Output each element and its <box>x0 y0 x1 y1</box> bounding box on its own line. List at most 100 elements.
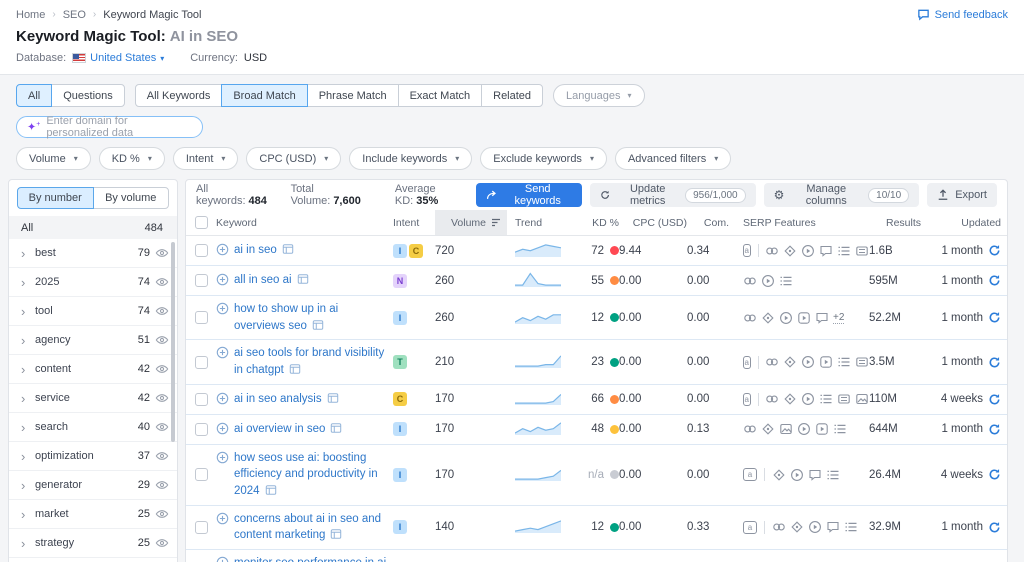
group-row-tool[interactable]: › tool 74 <box>9 297 177 326</box>
tab-all-keywords[interactable]: All Keywords <box>134 84 223 107</box>
group-row-generator[interactable]: › generator 29 <box>9 471 177 500</box>
add-keyword-icon[interactable] <box>216 422 229 435</box>
keyword-link[interactable]: ai overview in seo <box>234 421 342 438</box>
refresh-icon[interactable] <box>988 521 1001 534</box>
chevron-right-icon[interactable]: › <box>21 333 35 348</box>
serp-preview-icon[interactable] <box>297 273 309 285</box>
group-row-optimization[interactable]: › optimization 37 <box>9 442 177 471</box>
eye-icon[interactable] <box>155 362 169 376</box>
group-row-service[interactable]: › service 42 <box>9 384 177 413</box>
group-row-strategy[interactable]: › strategy 25 <box>9 529 177 558</box>
column-header-updated[interactable]: Updated <box>921 210 1007 235</box>
row-checkbox[interactable] <box>194 311 208 325</box>
keyword-link[interactable]: all in seo ai <box>234 272 309 289</box>
refresh-icon[interactable] <box>988 356 1001 369</box>
add-keyword-icon[interactable] <box>216 243 229 256</box>
refresh-icon[interactable] <box>988 244 1001 257</box>
eye-icon[interactable] <box>155 478 169 492</box>
tab-phrase-match[interactable]: Phrase Match <box>306 84 399 107</box>
tab-exact-match[interactable]: Exact Match <box>397 84 483 107</box>
group-row-agency[interactable]: › agency 51 <box>9 326 177 355</box>
refresh-icon[interactable] <box>988 311 1001 324</box>
row-checkbox[interactable] <box>194 244 208 257</box>
eye-icon[interactable] <box>155 333 169 347</box>
domain-input[interactable]: ✦+ Enter domain for personalized data <box>16 115 203 139</box>
column-header-kd[interactable]: KD % <box>563 210 619 235</box>
row-checkbox[interactable] <box>194 355 208 369</box>
sidebar-scrollbar[interactable] <box>171 242 175 442</box>
add-keyword-icon[interactable] <box>216 451 229 464</box>
column-header-intent[interactable]: Intent <box>393 210 435 235</box>
filter-volume[interactable]: Volume ▾ <box>16 147 91 170</box>
toggle-by-volume[interactable]: By volume <box>92 187 169 209</box>
column-header-com[interactable]: Com. <box>687 210 729 235</box>
select-all-checkbox[interactable] <box>194 216 208 229</box>
row-checkbox[interactable] <box>194 520 208 534</box>
row-checkbox[interactable] <box>194 422 208 436</box>
keyword-link[interactable]: monitor seo performance in ai search <box>234 555 389 562</box>
group-row-content[interactable]: › content 42 <box>9 355 177 384</box>
group-row-2025[interactable]: › 2025 74 <box>9 268 177 297</box>
chevron-right-icon[interactable]: › <box>21 391 35 406</box>
serp-preview-icon[interactable] <box>282 243 294 255</box>
eye-icon[interactable] <box>155 275 169 289</box>
add-keyword-icon[interactable] <box>216 302 229 315</box>
export-button[interactable]: Export <box>927 183 997 207</box>
eye-icon[interactable] <box>155 304 169 318</box>
eye-icon[interactable] <box>155 391 169 405</box>
breadcrumb-home[interactable]: Home <box>16 9 45 21</box>
row-checkbox[interactable] <box>194 274 208 287</box>
group-row-market[interactable]: › market 25 <box>9 500 177 529</box>
row-checkbox[interactable] <box>194 392 208 406</box>
filter-advanced-filters[interactable]: Advanced filters ▾ <box>614 147 732 170</box>
keyword-link[interactable]: ai in seo analysis <box>234 391 339 408</box>
send-feedback-link[interactable]: Send feedback <box>917 8 1008 21</box>
filter-exclude-keywords[interactable]: Exclude keywords ▾ <box>480 147 607 170</box>
serp-preview-icon[interactable] <box>289 363 301 375</box>
keyword-link[interactable]: concerns about ai in seo and content mar… <box>234 511 389 544</box>
row-checkbox[interactable] <box>194 468 208 482</box>
chevron-right-icon[interactable]: › <box>21 420 35 435</box>
keyword-link[interactable]: ai in seo <box>234 242 294 259</box>
eye-icon[interactable] <box>155 246 169 260</box>
refresh-icon[interactable] <box>988 468 1001 481</box>
group-all-row[interactable]: All 484 <box>9 216 177 239</box>
filter-kd-[interactable]: KD % ▾ <box>98 147 165 170</box>
chevron-right-icon[interactable]: › <box>21 275 35 290</box>
tab-related[interactable]: Related <box>481 84 544 107</box>
serp-preview-icon[interactable] <box>265 484 277 496</box>
eye-icon[interactable] <box>155 420 169 434</box>
group-row-search[interactable]: › search 40 <box>9 413 177 442</box>
update-metrics-button[interactable]: Update metrics 956/1,000 <box>590 183 756 207</box>
eye-icon[interactable] <box>155 507 169 521</box>
column-header-cpc[interactable]: CPC (USD) <box>619 210 687 235</box>
serp-preview-icon[interactable] <box>327 392 339 404</box>
refresh-icon[interactable] <box>988 423 1001 436</box>
column-header-trend[interactable]: Trend <box>507 210 563 235</box>
column-header-serp-features[interactable]: SERP Features <box>729 210 869 235</box>
tab-all[interactable]: All <box>16 84 53 107</box>
add-keyword-icon[interactable] <box>216 273 229 286</box>
chevron-right-icon[interactable]: › <box>21 478 35 493</box>
chevron-right-icon[interactable]: › <box>21 449 35 464</box>
send-keywords-button[interactable]: Send keywords <box>476 183 583 207</box>
add-keyword-icon[interactable] <box>216 392 229 405</box>
filter-cpc-usd-[interactable]: CPC (USD) ▾ <box>246 147 342 170</box>
chevron-right-icon[interactable]: › <box>21 246 35 261</box>
keyword-link[interactable]: how to show up in ai overviews seo <box>234 301 389 334</box>
chevron-right-icon[interactable]: › <box>21 304 35 319</box>
toggle-by-number[interactable]: By number <box>17 187 94 209</box>
serp-preview-icon[interactable] <box>330 422 342 434</box>
column-header-results[interactable]: Results <box>869 210 921 235</box>
add-keyword-icon[interactable] <box>216 346 229 359</box>
refresh-icon[interactable] <box>988 274 1001 287</box>
add-keyword-icon[interactable] <box>216 512 229 525</box>
group-row-top[interactable]: ›top25 <box>9 558 177 562</box>
eye-icon[interactable] <box>155 449 169 463</box>
languages-dropdown[interactable]: Languages ▾ <box>553 84 645 107</box>
database-selector[interactable]: United States ▾ <box>72 52 164 64</box>
chevron-right-icon[interactable]: › <box>21 536 35 551</box>
more-serp-features[interactable]: +2 <box>833 312 845 324</box>
manage-columns-button[interactable]: ⚙ Manage columns 10/10 <box>763 183 920 207</box>
chevron-right-icon[interactable]: › <box>21 362 35 377</box>
